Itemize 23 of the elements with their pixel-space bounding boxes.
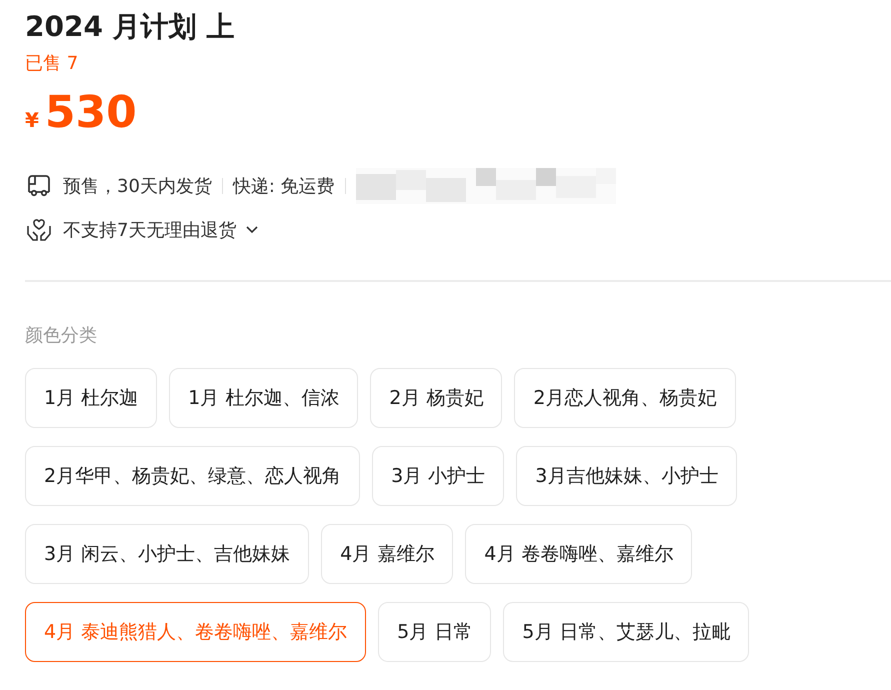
shipping-info: 快递: 免运费 — [232, 175, 335, 198]
option-chip[interactable]: 1月 杜尔迦、信浓 — [169, 368, 358, 428]
hands-heart-icon — [25, 217, 53, 243]
option-chip[interactable]: 3月吉他妹妹、小护士 — [516, 446, 738, 506]
option-chip[interactable]: 4月 嘉维尔 — [321, 524, 454, 584]
chevron-down-icon[interactable] — [246, 226, 258, 234]
option-chip[interactable]: 2月恋人视角、杨贵妃 — [514, 368, 736, 428]
presale-info: 预售，30天内发货 — [63, 175, 212, 198]
price: 530 — [44, 86, 137, 140]
option-chip[interactable]: 5月 日常 — [378, 602, 492, 662]
option-chip[interactable]: 4月 卷卷嗨唑、嘉维尔 — [465, 524, 692, 584]
option-label: 颜色分类 — [25, 324, 98, 348]
option-chip[interactable]: 5月 日常、艾瑟儿、拉毗 — [503, 602, 750, 662]
sold-count: 已售 7 — [25, 52, 80, 76]
product-title: 2024 月计划 上 — [25, 9, 236, 45]
return-policy: 不支持7天无理由退货 — [63, 219, 236, 242]
option-chip[interactable]: 2月 杨贵妃 — [370, 368, 502, 428]
option-chip[interactable]: 3月 小护士 — [372, 446, 504, 506]
option-chip[interactable]: 2月华甲、杨贵妃、绿意、恋人视角 — [25, 446, 360, 506]
option-chip[interactable]: 3月 闲云、小护士、吉他妹妹 — [25, 524, 310, 584]
truck-icon — [25, 173, 53, 199]
option-chip[interactable]: 1月 杜尔迦 — [25, 368, 158, 428]
currency-sign: ¥ — [25, 108, 39, 132]
